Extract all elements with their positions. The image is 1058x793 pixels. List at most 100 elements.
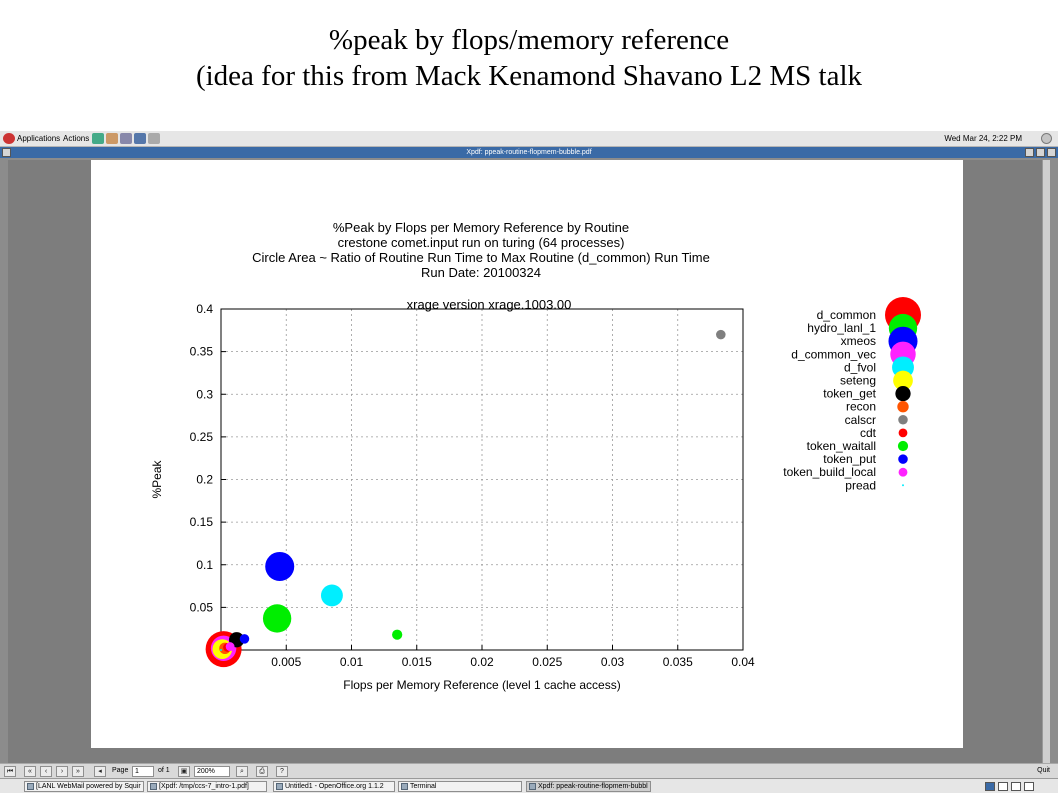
vertical-scrollbar[interactable] — [1042, 160, 1050, 763]
x-tick-label: 0.005 — [271, 655, 301, 669]
legend-label: token_build_local — [783, 465, 876, 479]
legend-label: calscr — [845, 413, 876, 427]
mail-launcher-icon[interactable] — [106, 133, 118, 144]
page-number-input[interactable]: 1 — [132, 766, 154, 777]
close-icon[interactable] — [1047, 148, 1056, 157]
minimize-icon[interactable] — [1025, 148, 1034, 157]
legend-label: d_common — [817, 308, 876, 322]
window-menu-icon[interactable] — [2, 148, 11, 157]
terminal-icon — [401, 783, 408, 790]
task-label: [LANL WebMail powered by Squir — [36, 783, 141, 790]
y-axis-label: %Peak — [150, 459, 164, 498]
task-label: [Xpdf: /tmp/ccs-7_intro-1.pdf] — [159, 783, 249, 790]
chart-title-line: crestone comet.input run on turing (64 p… — [338, 235, 625, 250]
legend-marker-pread — [902, 484, 904, 487]
window-title: Xpdf: ppeak-routine-flopmem-bubble.pdf — [466, 149, 592, 156]
office-icon — [276, 783, 283, 790]
legend-marker-cdt — [898, 428, 908, 438]
actions-menu[interactable]: Actions — [63, 134, 89, 143]
browser-launcher-icon[interactable] — [92, 133, 104, 144]
printer-launcher-icon[interactable] — [148, 133, 160, 144]
workspace-1[interactable] — [985, 782, 995, 791]
x-tick-label: 0.025 — [532, 655, 562, 669]
task-label: Untitled1 - OpenOffice.org 1.1.2 — [285, 783, 384, 790]
task-label: Terminal — [410, 783, 437, 790]
office-launcher-icon[interactable] — [120, 133, 132, 144]
next-page-icon[interactable]: › — [56, 766, 68, 777]
x-tick-label: 0.02 — [470, 655, 494, 669]
slide-title: %peak by flops/memory reference (idea fo… — [0, 22, 1058, 94]
legend-label: pread — [845, 478, 876, 492]
x-axis-label: Flops per Memory Reference (level 1 cach… — [343, 678, 620, 692]
x-tick-label: 0.01 — [340, 655, 364, 669]
y-tick-label: 0.4 — [196, 302, 213, 316]
fit-page-icon[interactable]: ▣ — [178, 766, 190, 777]
y-tick-label: 0.3 — [196, 387, 213, 401]
legend-label: token_put — [823, 452, 876, 466]
legend-label: token_get — [823, 387, 876, 401]
print-icon[interactable]: ⎙ — [256, 766, 268, 777]
previous-page-icon[interactable]: ‹ — [40, 766, 52, 777]
bubble-chart: %Peak by Flops per Memory Reference by R… — [150, 220, 921, 692]
x-tick-label: 0.035 — [663, 655, 693, 669]
bubble-token_put — [239, 634, 250, 644]
zoom-select[interactable]: 200% — [194, 766, 230, 777]
back-history-icon[interactable]: ◂ — [94, 766, 106, 777]
maximize-icon[interactable] — [1036, 148, 1045, 157]
x-tick-label: 0.015 — [402, 655, 432, 669]
bubble-calscr — [716, 329, 726, 340]
desktop-screenshot: Applications Actions Wed Mar 24, 2:22 PM… — [0, 131, 1058, 793]
find-icon[interactable]: ⌕ — [236, 766, 248, 777]
taskbar-item-xpdf-bubble[interactable]: Xpdf: ppeak-routine-flopmem-bubbl — [526, 781, 651, 792]
bubble-token_waitall — [392, 629, 403, 640]
taskbar-item-openoffice[interactable]: Untitled1 - OpenOffice.org 1.1.2 — [273, 781, 395, 792]
xpdf-toolbar: ⏮ « ‹ › » ◂ Page 1 of 1 ▣ 200% ⌕ ⎙ ? Qui… — [0, 763, 1058, 778]
panel-clock[interactable]: Wed Mar 24, 2:22 PM — [944, 134, 1022, 143]
y-tick-label: 0.35 — [190, 345, 214, 359]
bubble-hydro_lanl_1 — [262, 604, 292, 633]
legend-label: xmeos — [841, 334, 876, 348]
legend-label: cdt — [860, 426, 877, 440]
taskbar: [LANL WebMail powered by Squir [Xpdf: /t… — [0, 778, 1058, 793]
back-ten-pages-icon[interactable]: « — [24, 766, 36, 777]
redhat-icon[interactable] — [3, 133, 15, 144]
legend-label: d_common_vec — [791, 347, 876, 361]
chart-title-line: %Peak by Flops per Memory Reference by R… — [333, 220, 629, 235]
legend-marker-calscr — [898, 415, 908, 425]
chart-title-line: Run Date: 20100324 — [421, 265, 541, 280]
forward-ten-pages-icon[interactable]: » — [72, 766, 84, 777]
legend-label: d_fvol — [844, 360, 876, 374]
taskbar-item-terminal[interactable]: Terminal — [398, 781, 522, 792]
first-page-icon[interactable]: ⏮ — [4, 766, 16, 777]
x-tick-label: 0.03 — [601, 655, 625, 669]
bubble-xmeos — [265, 551, 295, 581]
workspace-4[interactable] — [1024, 782, 1034, 791]
applications-menu[interactable]: Applications — [17, 134, 60, 143]
y-tick-label: 0.15 — [190, 515, 214, 529]
legend-marker-token_waitall — [897, 440, 909, 452]
quit-button[interactable]: Quit — [1037, 767, 1050, 774]
pdf-viewer-area[interactable]: %Peak by Flops per Memory Reference by R… — [8, 160, 1050, 763]
chart-title-line: Circle Area ~ Ratio of Routine Run Time … — [252, 250, 710, 265]
taskbar-item-xpdf-intro[interactable]: [Xpdf: /tmp/ccs-7_intro-1.pdf] — [147, 781, 267, 792]
terminal-launcher-icon[interactable] — [134, 133, 146, 144]
legend-label: token_waitall — [807, 439, 876, 453]
bubble-pread — [220, 649, 222, 651]
browser-icon — [27, 783, 34, 790]
help-icon[interactable]: ? — [276, 766, 288, 777]
workspace-2[interactable] — [998, 782, 1008, 791]
legend-marker-token_get — [895, 385, 911, 402]
slide-title-line1: %peak by flops/memory reference — [328, 24, 730, 56]
workspace-3[interactable] — [1011, 782, 1021, 791]
y-tick-label: 0.2 — [196, 473, 213, 487]
chart-annotation: xrage version xrage.1003.00 — [407, 297, 572, 312]
volume-icon[interactable] — [1041, 133, 1052, 144]
document-icon — [529, 783, 536, 790]
page-label: Page — [112, 767, 129, 774]
y-tick-label: 0.1 — [196, 558, 213, 572]
document-icon — [150, 783, 157, 790]
taskbar-item-webmail[interactable]: [LANL WebMail powered by Squir — [24, 781, 144, 792]
legend-marker-recon — [897, 401, 909, 413]
pdf-page: %Peak by Flops per Memory Reference by R… — [91, 160, 963, 748]
window-titlebar[interactable]: Xpdf: ppeak-routine-flopmem-bubble.pdf — [0, 147, 1058, 158]
